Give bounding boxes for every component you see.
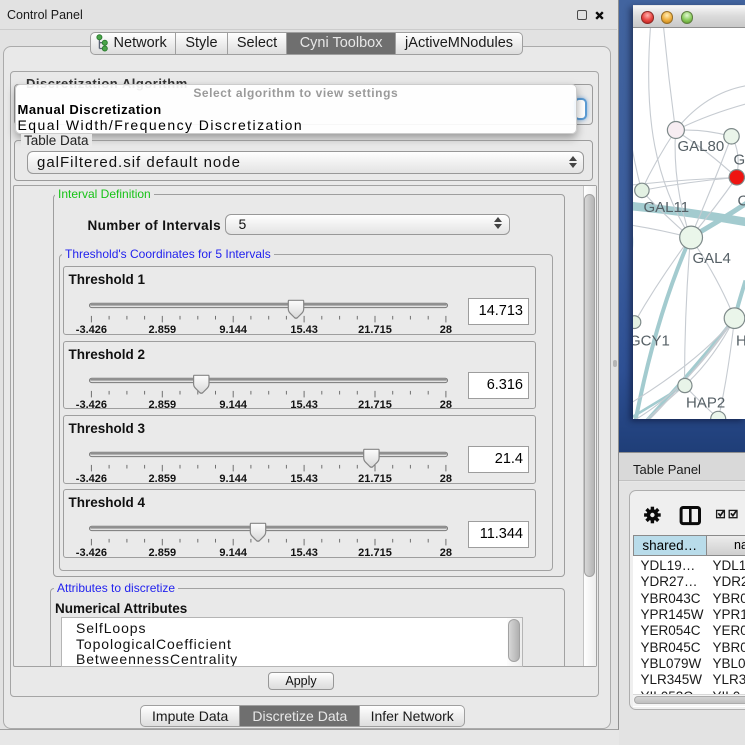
svg-text:28: 28 <box>439 473 451 484</box>
svg-text:28: 28 <box>439 399 451 410</box>
svg-text:15.43: 15.43 <box>290 399 318 410</box>
svg-text:HAP2: HAP2 <box>686 394 725 411</box>
svg-text:-3.426: -3.426 <box>75 473 106 484</box>
svg-text:2.859: 2.859 <box>148 399 176 410</box>
svg-text:2.859: 2.859 <box>148 473 176 484</box>
svg-text:9.144: 9.144 <box>219 324 247 335</box>
svg-text:21.715: 21.715 <box>358 473 392 484</box>
svg-text:2.859: 2.859 <box>148 547 176 558</box>
svg-text:-3.426: -3.426 <box>75 547 106 558</box>
svg-text:2.859: 2.859 <box>148 324 176 335</box>
svg-text:C: C <box>737 192 745 209</box>
svg-text:GAL11: GAL11 <box>643 199 689 216</box>
svg-text:GAL80: GAL80 <box>677 138 724 155</box>
svg-text:21.715: 21.715 <box>358 324 392 335</box>
svg-text:15.43: 15.43 <box>290 473 318 484</box>
svg-text:GA: GA <box>733 151 745 168</box>
svg-text:GCY1: GCY1 <box>633 332 670 349</box>
svg-text:15.43: 15.43 <box>290 324 318 335</box>
svg-text:15.43: 15.43 <box>290 547 318 558</box>
svg-text:9.144: 9.144 <box>219 473 247 484</box>
svg-text:28: 28 <box>439 324 451 335</box>
svg-text:-3.426: -3.426 <box>75 324 106 335</box>
svg-text:9.144: 9.144 <box>219 547 247 558</box>
svg-text:28: 28 <box>439 547 451 558</box>
svg-text:GAL4: GAL4 <box>692 250 730 267</box>
svg-text:21.715: 21.715 <box>358 547 392 558</box>
svg-text:H: H <box>736 332 745 349</box>
svg-text:-3.426: -3.426 <box>75 399 106 410</box>
svg-text:21.715: 21.715 <box>358 399 392 410</box>
svg-text:9.144: 9.144 <box>219 399 247 410</box>
